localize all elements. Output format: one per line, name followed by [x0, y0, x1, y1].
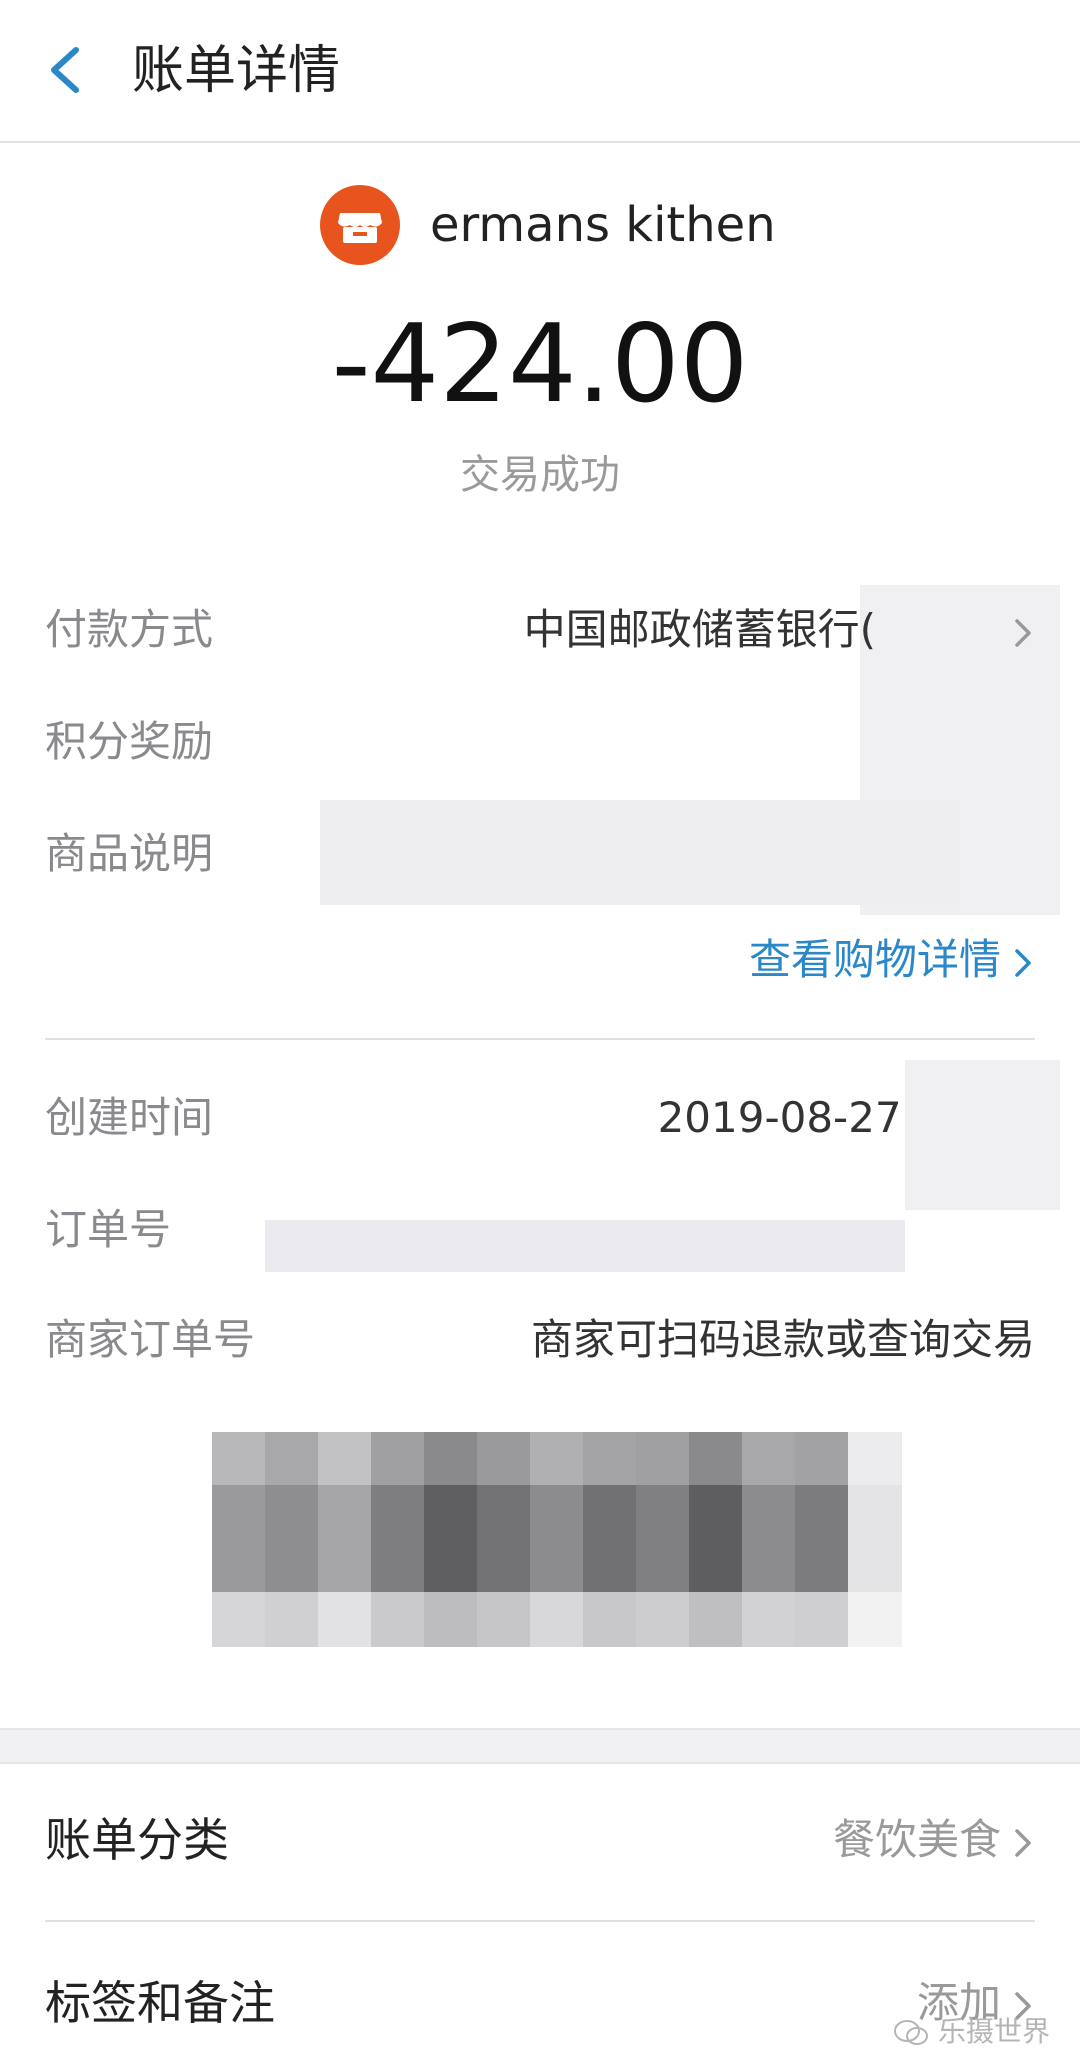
created-time-row: 创建时间 2019-08-27	[45, 1088, 1035, 1148]
product-desc-label: 商品说明	[45, 829, 214, 878]
order-number-label: 订单号	[45, 1205, 172, 1254]
section-divider	[45, 1038, 1035, 1040]
tags-notes-row[interactable]: 标签和备注 添加	[45, 1968, 1035, 2038]
chevron-right-icon	[1015, 618, 1031, 647]
created-time-label: 创建时间	[45, 1093, 214, 1142]
merchant-order-number-value: 商家可扫码退款或查询交易	[530, 1315, 1035, 1364]
watermark: 乐摄世界	[893, 2012, 1050, 2052]
payment-method-label: 付款方式	[45, 605, 214, 654]
tags-notes-label: 标签和备注	[45, 1976, 275, 2030]
bill-category-label: 账单分类	[45, 1813, 229, 1867]
chevron-right-icon	[1015, 1828, 1031, 1857]
payment-method-row[interactable]: 付款方式 中国邮政储蓄银行(	[45, 600, 1035, 660]
blurred-barcode-image	[212, 1432, 902, 1647]
app-header: 账单详情	[0, 0, 1080, 143]
created-time-value: 2019-08-27	[658, 1088, 1035, 1148]
back-button[interactable]	[40, 38, 100, 102]
chevron-left-icon	[51, 47, 79, 93]
bill-category-row[interactable]: 账单分类 餐饮美食	[45, 1805, 1035, 1875]
merchant-name: ermans kithen	[430, 197, 776, 253]
product-desc-row: 商品说明	[45, 824, 1035, 884]
wechat-icon	[894, 2020, 929, 2045]
created-time-text: 2019-08-27	[657, 1093, 915, 1142]
page-title: 账单详情	[132, 41, 341, 101]
points-label: 积分奖励	[45, 717, 214, 766]
merchant-order-number-label: 商家订单号	[45, 1315, 256, 1364]
view-shopping-details-link[interactable]: 查看购物详情	[749, 930, 1035, 990]
payment-method-text: 中国邮政储蓄银行(	[523, 605, 876, 654]
view-shopping-details-label: 查看购物详情	[748, 935, 1001, 984]
section-gap	[0, 1728, 1080, 1764]
bill-category-value: 餐饮美食	[833, 1805, 1035, 1875]
merchant-order-barcode	[212, 1432, 902, 1647]
merchant-header: ermans kithen	[0, 185, 1080, 275]
row-divider	[45, 1920, 1035, 1922]
transaction-status: 交易成功	[460, 452, 620, 498]
chevron-right-icon	[1015, 948, 1031, 977]
watermark-text: 乐摄世界	[937, 2015, 1050, 2048]
payment-method-value: 中国邮政储蓄银行(	[524, 600, 1035, 660]
merchant-order-number-row: 商家订单号 商家可扫码退款或查询交易	[45, 1310, 1035, 1370]
order-number-row: 订单号	[45, 1200, 1035, 1260]
points-row: 积分奖励	[45, 712, 1035, 772]
store-icon	[320, 185, 400, 265]
bill-category-text: 餐饮美食	[832, 1815, 1001, 1864]
transaction-amount: -424.00	[331, 302, 749, 427]
